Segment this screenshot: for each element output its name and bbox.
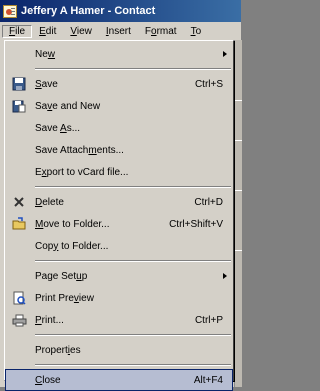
blank-icon [5, 235, 33, 257]
menu-item-save-as-label: Save As... [35, 122, 81, 134]
menu-separator [35, 334, 231, 336]
menu-separator [35, 260, 231, 262]
blank-icon [5, 117, 33, 139]
blank-icon [5, 161, 33, 183]
menu-item-properties-label: Properties [35, 344, 81, 356]
print-preview-icon [5, 287, 33, 309]
move-to-folder-icon [5, 213, 33, 235]
menu-separator [35, 186, 231, 188]
menu-item-close-label: Close [35, 374, 61, 386]
submenu-arrow-icon [223, 273, 227, 279]
form-edge [234, 40, 242, 387]
menu-separator [35, 68, 231, 70]
save-and-new-icon [5, 95, 33, 117]
menu-item-delete[interactable]: Delete Ctrl+D [5, 191, 233, 213]
menu-item-copy-to-folder[interactable]: Copy to Folder... [5, 235, 233, 257]
menu-item-print-preview[interactable]: Print Preview [5, 287, 233, 309]
title-bar: Jeffery A Hamer - Contact [0, 0, 241, 22]
menu-file[interactable]: File [2, 24, 33, 38]
shortcut-move-to-folder: Ctrl+Shift+V [169, 218, 223, 230]
shortcut-print: Ctrl+P [194, 314, 223, 326]
menu-item-print-preview-label: Print Preview [35, 292, 94, 304]
menu-tools[interactable]: To [184, 25, 209, 38]
menu-item-move-to-folder[interactable]: Move to Folder... Ctrl+Shift+V [5, 213, 233, 235]
menu-item-save-attachments-label: Save Attachments... [35, 144, 124, 156]
menu-item-print[interactable]: Print... Ctrl+P [5, 309, 233, 331]
blank-icon [5, 339, 33, 361]
contact-card-icon [3, 4, 17, 18]
menu-item-export-vcard-label: Export to vCard file... [35, 166, 129, 178]
menu-item-delete-label: Delete [35, 196, 64, 208]
menu-item-new[interactable]: New [5, 43, 233, 65]
blank-icon [5, 369, 33, 391]
menu-item-page-setup-label: Page Setup [35, 270, 88, 282]
menu-item-new-label: New [35, 48, 56, 60]
menu-edit[interactable]: Edit [32, 25, 63, 38]
shortcut-save: Ctrl+S [194, 78, 223, 90]
blank-icon [5, 139, 33, 161]
window-title: Jeffery A Hamer - Contact [21, 5, 156, 17]
menu-item-export-vcard[interactable]: Export to vCard file... [5, 161, 233, 183]
menu-item-save-attachments[interactable]: Save Attachments... [5, 139, 233, 161]
shortcut-close: Alt+F4 [193, 374, 223, 386]
blank-icon [5, 265, 33, 287]
menu-item-close[interactable]: Close Alt+F4 [5, 369, 233, 391]
menu-separator [35, 364, 231, 366]
shortcut-delete: Ctrl+D [194, 196, 223, 208]
menu-item-save-as[interactable]: Save As... [5, 117, 233, 139]
menu-item-save[interactable]: Save Ctrl+S [5, 73, 233, 95]
file-menu-dropdown: New Save Ctrl+S Save and New Save As... … [4, 40, 234, 391]
menu-format[interactable]: Format [138, 25, 184, 38]
menu-item-copy-to-folder-label: Copy to Folder... [35, 240, 109, 252]
menu-item-properties[interactable]: Properties [5, 339, 233, 361]
menu-insert[interactable]: Insert [99, 25, 138, 38]
save-disk-icon [5, 73, 33, 95]
menu-item-print-label: Print... [35, 314, 64, 326]
menu-item-save-and-new-label: Save and New [35, 100, 101, 112]
delete-x-icon [5, 191, 33, 213]
menu-view[interactable]: View [63, 25, 99, 38]
menu-item-page-setup[interactable]: Page Setup [5, 265, 233, 287]
menu-bar: File Edit View Insert Format To [0, 22, 241, 40]
printer-icon [5, 309, 33, 331]
menu-item-move-to-folder-label: Move to Folder... [35, 218, 110, 230]
menu-item-save-label: Save [35, 78, 58, 90]
blank-icon [5, 43, 33, 65]
menu-item-save-and-new[interactable]: Save and New [5, 95, 233, 117]
submenu-arrow-icon [223, 51, 227, 57]
